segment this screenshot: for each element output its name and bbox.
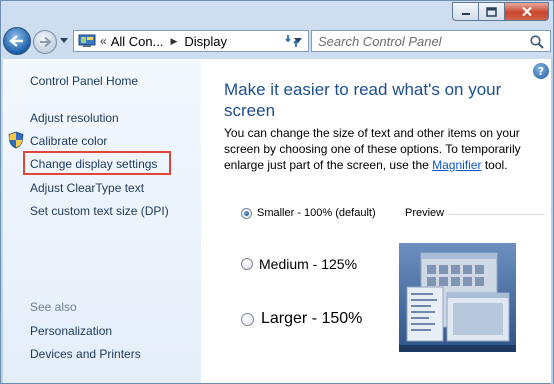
calibrate-color-link[interactable]: Calibrate color: [30, 134, 107, 148]
preview-divider: [449, 214, 545, 215]
set-custom-text-size-link[interactable]: Set custom text size (DPI): [30, 204, 169, 218]
see-also-heading: See also: [30, 300, 77, 314]
radio-selected-dot: [244, 210, 249, 216]
back-button[interactable]: [3, 27, 31, 55]
left-pane: Control Panel Home Adjust resolution Cal…: [3, 59, 201, 383]
breadcrumb-separator-icon[interactable]: ▶: [170, 36, 177, 47]
chevron-down-icon: [60, 38, 68, 43]
option-larger[interactable]: Larger - 150%: [241, 310, 362, 328]
magnifier-link[interactable]: Magnifier: [432, 158, 481, 172]
help-icon[interactable]: ?: [533, 63, 549, 79]
main-pane: ? Make it easier to read what's on your …: [201, 59, 553, 383]
search-box[interactable]: [311, 30, 551, 52]
adjust-cleartype-text-link[interactable]: Adjust ClearType text: [30, 181, 144, 195]
control-panel-home-link[interactable]: Control Panel Home: [30, 74, 138, 88]
option-medium[interactable]: Medium - 125%: [241, 256, 357, 272]
search-icon[interactable]: [529, 34, 545, 50]
description-text-end: tool.: [481, 158, 508, 172]
preview-label: Preview: [405, 207, 445, 219]
refresh-icon: [285, 35, 299, 47]
option-larger-label: Larger - 150%: [261, 310, 363, 327]
maximize-button[interactable]: [479, 2, 505, 21]
back-arrow-icon: [9, 35, 23, 47]
minimize-button[interactable]: [452, 2, 479, 21]
preview-image: [399, 243, 516, 352]
devices-and-printers-link[interactable]: Devices and Printers: [30, 347, 141, 361]
forward-button[interactable]: [33, 30, 57, 54]
forward-arrow-icon: [40, 36, 52, 48]
page-description: You can change the size of text and othe…: [224, 125, 534, 173]
personalization-link[interactable]: Personalization: [30, 324, 112, 338]
window-right-border: [551, 59, 553, 384]
breadcrumb-all-control-panel[interactable]: All Con...: [111, 34, 164, 49]
address-bar[interactable]: « All Con... ▶ Display: [73, 30, 309, 52]
option-medium-label: Medium - 125%: [259, 256, 358, 272]
change-display-settings-link[interactable]: Change display settings: [30, 157, 157, 171]
address-overflow-indicator[interactable]: «: [100, 34, 107, 48]
option-smaller-label: Smaller - 100% (default): [257, 207, 376, 219]
radio-larger[interactable]: [241, 312, 254, 326]
search-input[interactable]: [318, 33, 526, 49]
recent-pages-button[interactable]: [59, 35, 69, 47]
control-panel-window: « All Con... ▶ Display Control Panel Hom…: [0, 0, 554, 384]
shield-icon: [8, 131, 24, 149]
radio-smaller[interactable]: [241, 207, 252, 219]
control-panel-icon: [78, 34, 96, 47]
close-icon: [521, 6, 532, 17]
option-smaller[interactable]: Smaller - 100% (default): [241, 207, 376, 219]
close-button[interactable]: [505, 2, 549, 21]
breadcrumb-display[interactable]: Display: [184, 34, 227, 49]
adjust-resolution-link[interactable]: Adjust resolution: [30, 111, 119, 125]
minimize-icon: [461, 12, 470, 15]
maximize-icon: [486, 6, 497, 17]
page-title: Make it easier to read what's on your sc…: [224, 80, 502, 120]
refresh-button[interactable]: [281, 30, 303, 52]
navigation-bar: « All Con... ▶ Display: [3, 25, 553, 59]
caption-buttons: [452, 2, 549, 21]
radio-medium[interactable]: [241, 258, 253, 270]
